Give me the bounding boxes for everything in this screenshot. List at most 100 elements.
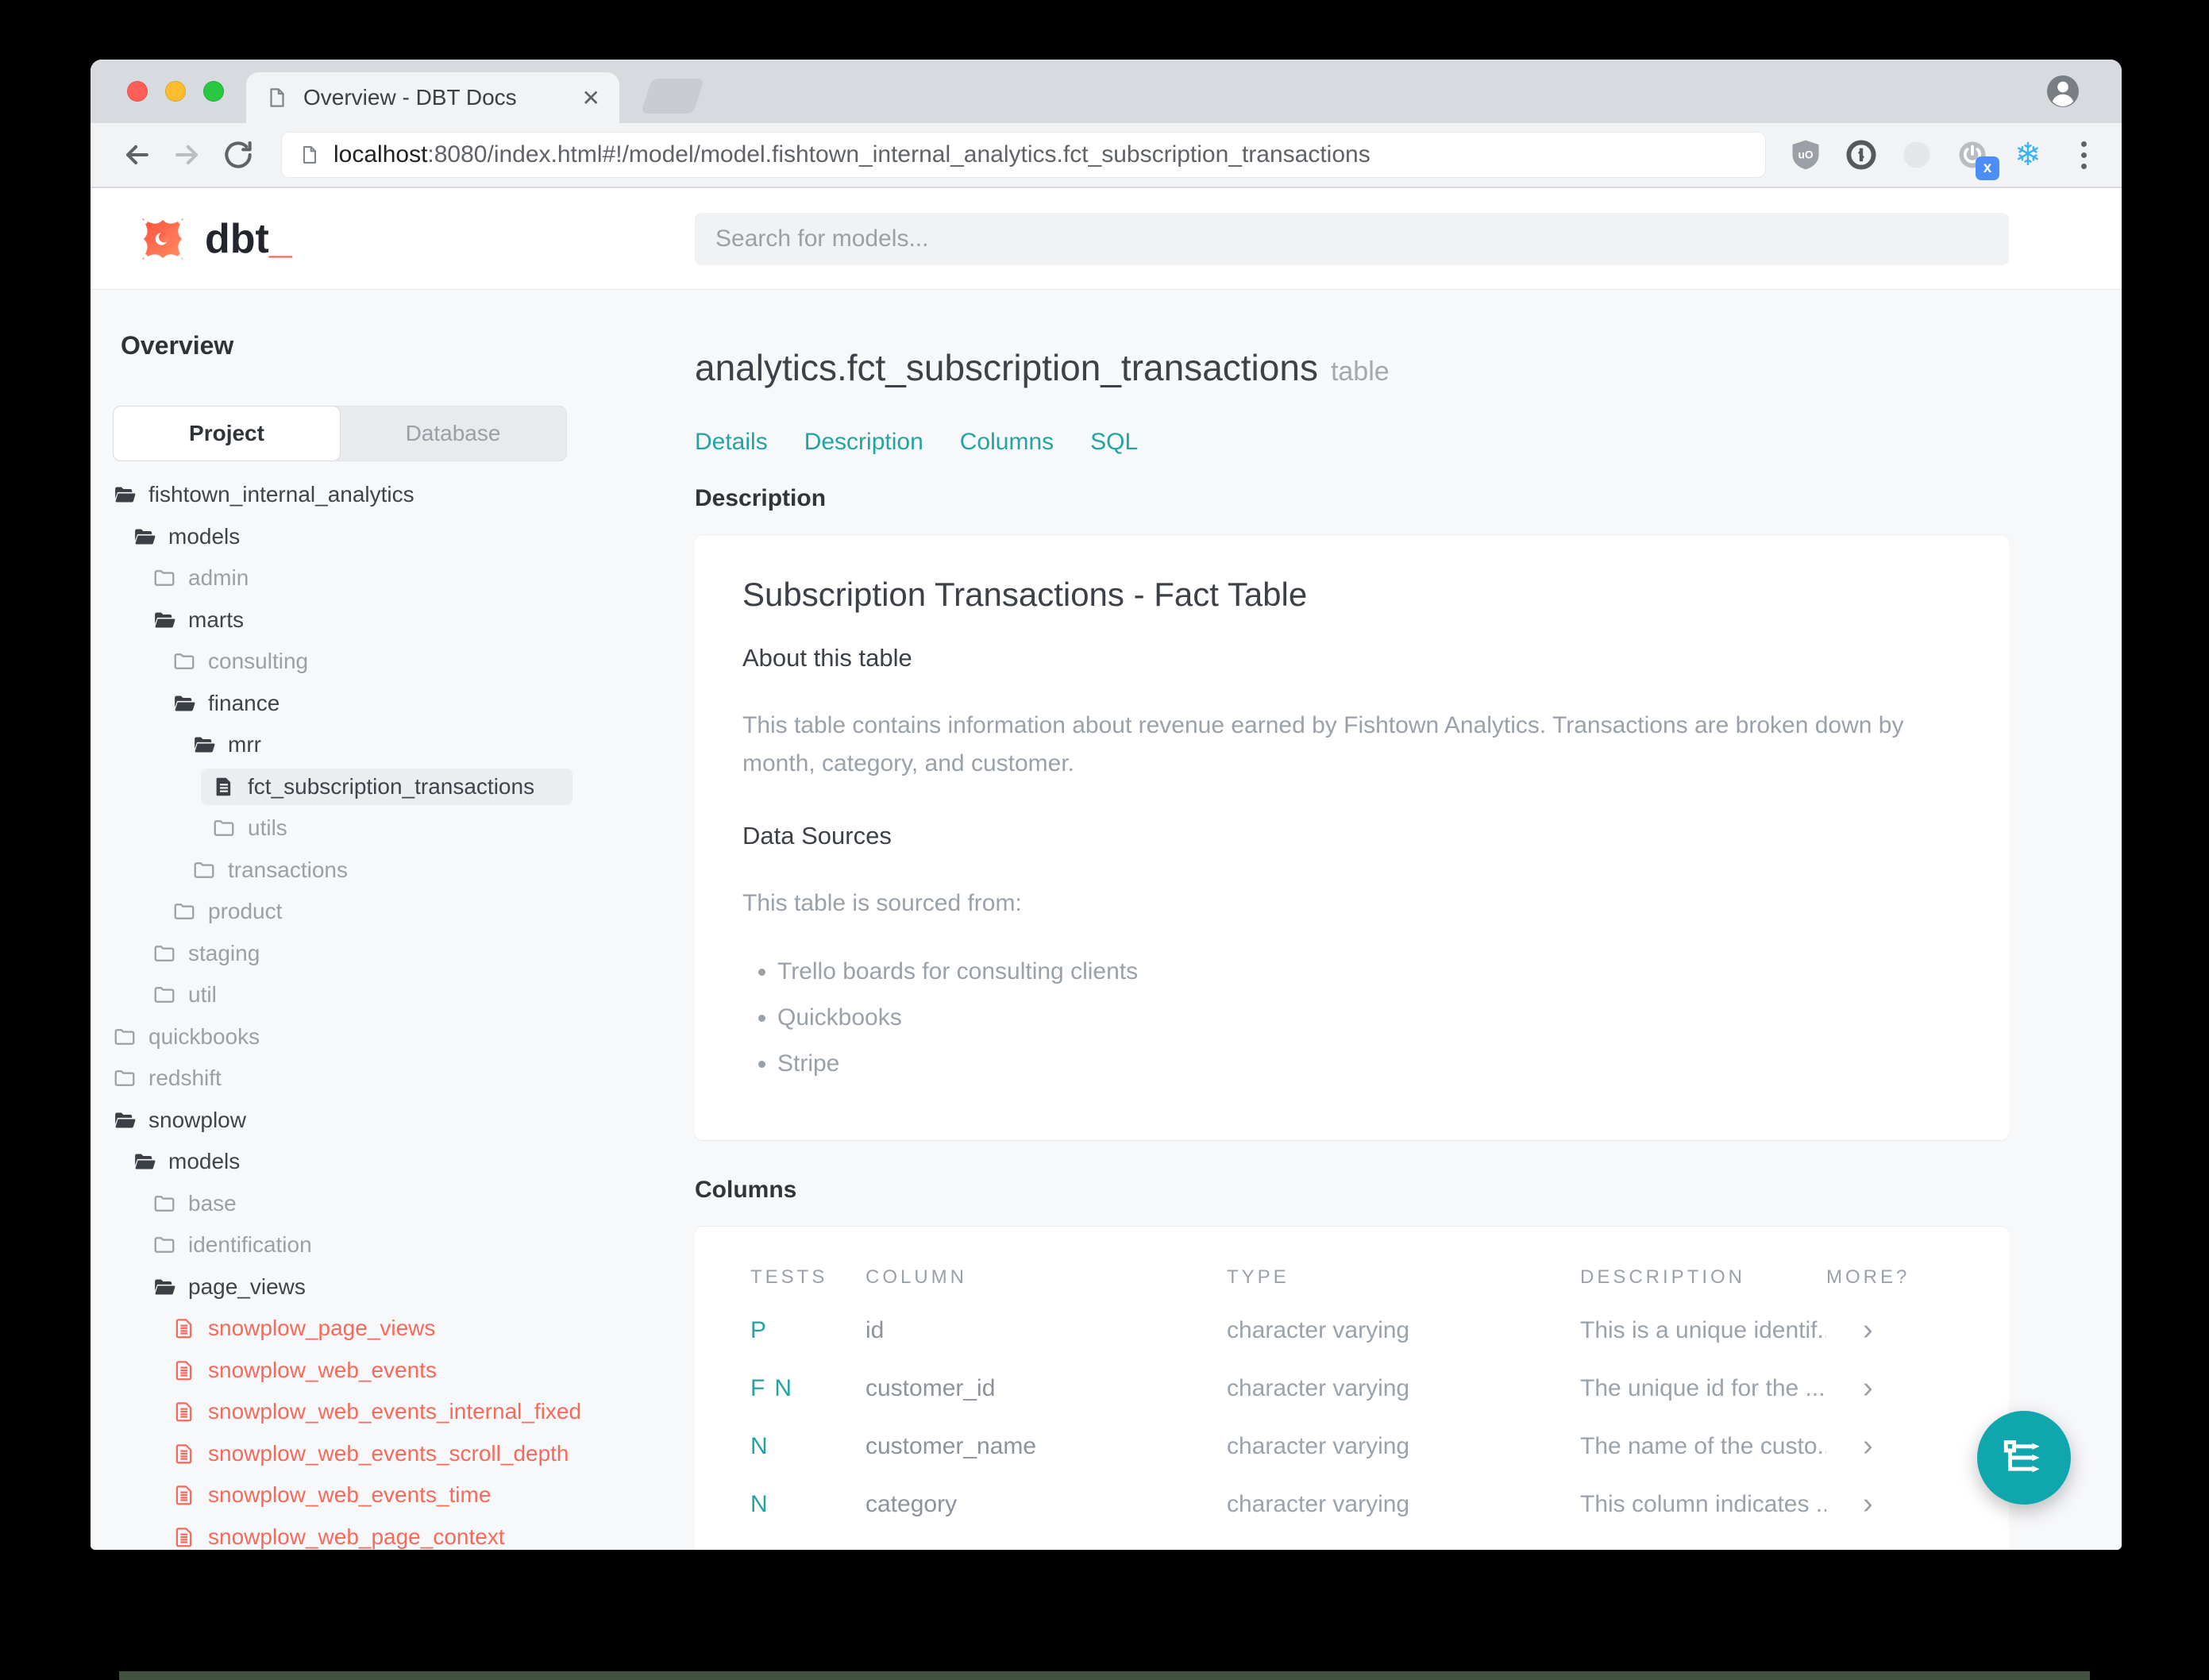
tree-item-page_views[interactable]: page_views	[102, 1266, 695, 1308]
nav-link-description[interactable]: Description	[804, 429, 923, 456]
tree-item-utils[interactable]: utils	[102, 807, 695, 850]
sidebar-overview-heading[interactable]: Overview	[121, 331, 695, 360]
table-row-id[interactable]: Pid character varying This is a unique ide…	[750, 1301, 1953, 1359]
sidebar: Overview Project Database fishtown_inter…	[91, 290, 695, 1550]
browser-tab[interactable]: Overview - DBT Docs ✕	[246, 72, 619, 123]
minimize-window-button[interactable]	[165, 81, 186, 102]
browser-window: Overview - DBT Docs ✕ localhost:8080/ind…	[91, 60, 2122, 1550]
tree-item-quickbooks[interactable]: quickbooks	[102, 1016, 695, 1058]
table-row-category[interactable]: Ncategory character varying This column in…	[750, 1475, 1953, 1533]
sidebar-view-toggle: Project Database	[113, 406, 567, 461]
tree-item-util[interactable]: util	[102, 974, 695, 1016]
lineage-graph-button[interactable]	[1977, 1411, 2071, 1505]
tab-close-icon[interactable]: ✕	[582, 85, 600, 111]
card-title: Subscription Transactions - Fact Table	[742, 576, 1308, 613]
expand-row-chevron-icon[interactable]: ›	[1826, 1313, 1953, 1347]
folder-icon	[174, 653, 195, 670]
tree-item-marts[interactable]: marts	[102, 599, 695, 642]
tree-item-product[interactable]: product	[102, 891, 695, 933]
tree-item-label: finance	[208, 690, 280, 715]
data-sources-heading: Data Sources	[742, 822, 892, 850]
address-bar[interactable]: localhost:8080/index.html#!/model/model.…	[281, 132, 1766, 178]
table-row-customer_id[interactable]: F N customer_id character varying The unique…	[750, 1359, 1953, 1417]
tree-item-finance[interactable]: finance	[102, 683, 695, 725]
ublock-shield-icon[interactable]: uO	[1788, 137, 1823, 172]
nav-link-columns[interactable]: Columns	[960, 429, 1054, 456]
snowflake-extension-icon[interactable]: ❄	[2010, 137, 2045, 172]
column-name-cell: category	[865, 1490, 958, 1517]
onepassword-icon[interactable]	[1844, 137, 1879, 172]
model-file-red-icon	[175, 1319, 192, 1339]
tests-cell: N	[750, 1490, 768, 1517]
url-host: localhost	[333, 141, 428, 168]
expand-row-chevron-icon[interactable]: ›	[1826, 1371, 1953, 1405]
tree-item-redshift[interactable]: redshift	[102, 1058, 695, 1100]
dbt-logo-text: dbt_	[205, 215, 292, 262]
tree-item-identification[interactable]: identification	[102, 1224, 695, 1266]
tree-item-transactions[interactable]: transactions	[102, 850, 695, 892]
reload-icon[interactable]	[221, 137, 256, 172]
svg-text:uO: uO	[1798, 149, 1813, 161]
model-file-red-icon	[175, 1485, 192, 1505]
nav-link-sql[interactable]: SQL	[1090, 429, 1138, 456]
tree-item-models[interactable]: models	[102, 516, 695, 558]
tests-cell: FN	[750, 1374, 792, 1401]
tree-item-label: models	[168, 523, 241, 549]
columns-table-header: TESTS COLUMN TYPE DESCRIPTION MORE?	[750, 1266, 1953, 1289]
forward-icon[interactable]	[170, 137, 205, 172]
columns-table-body: Pid character varying This is a unique ide…	[750, 1301, 1953, 1550]
tab-database[interactable]: Database	[340, 407, 566, 460]
browser-tab-strip: Overview - DBT Docs ✕	[91, 60, 2122, 123]
folder-icon	[154, 570, 175, 587]
column-name-cell: customer_id	[865, 1374, 996, 1401]
tree-item-label: product	[208, 899, 283, 924]
lineage-graph-icon	[2003, 1440, 2040, 1473]
tree-item-staging[interactable]: staging	[102, 933, 695, 975]
tree-item-snowplow_web_events_time[interactable]: snowplow_web_events_time	[102, 1474, 695, 1516]
tree-item-snowplow_web_events_internal_fixed[interactable]: snowplow_web_events_internal_fixed	[102, 1391, 695, 1433]
tree-item-fishtown_internal_analytics[interactable]: fishtown_internal_analytics	[102, 474, 695, 516]
tree-item-mrr[interactable]: mrr	[102, 724, 695, 766]
folder-icon	[214, 820, 234, 837]
tree-item-snowplow_web_events_scroll_depth[interactable]: snowplow_web_events_scroll_depth	[102, 1433, 695, 1475]
table-badge: table	[1330, 356, 1390, 387]
new-tab-button[interactable]	[640, 79, 705, 114]
type-cell: character varying	[1227, 1316, 1410, 1343]
gray-circle-extension-icon[interactable]	[1899, 137, 1934, 172]
folder-open-icon	[195, 737, 215, 753]
tab-project[interactable]: Project	[114, 407, 340, 460]
sources-list: Trello boards for consulting clients Quic…	[742, 954, 1961, 1081]
tree-item-fct_subscription_transactions[interactable]: fct_subscription_transactions	[102, 766, 695, 808]
expand-row-chevron-icon[interactable]: ›	[1826, 1487, 1953, 1521]
tree-item-admin[interactable]: admin	[102, 557, 695, 599]
tree-item-base[interactable]: base	[102, 1183, 695, 1225]
tree-item-consulting[interactable]: consulting	[102, 641, 695, 683]
expand-row-chevron-icon[interactable]: ›	[1826, 1429, 1953, 1463]
tree-item-snowplow_page_views[interactable]: snowplow_page_views	[102, 1308, 695, 1350]
tree-item-snowplow[interactable]: snowplow	[102, 1100, 695, 1142]
url-page-icon	[303, 146, 317, 164]
description-cell: The unique id for the ...	[1580, 1374, 1825, 1401]
browser-menu-icon[interactable]	[2066, 141, 2101, 169]
close-window-button[interactable]	[127, 81, 148, 102]
power-extension-icon[interactable]: x	[1955, 137, 1999, 180]
tab-title: Overview - DBT Docs	[303, 85, 517, 110]
folder-icon	[174, 904, 195, 920]
tree-item-snowplow_web_page_context[interactable]: snowplow_web_page_context	[102, 1516, 695, 1551]
back-icon[interactable]	[119, 137, 154, 172]
expand-row-chevron-icon[interactable]: ›	[1826, 1545, 1953, 1550]
column-header-type: TYPE	[1227, 1266, 1290, 1288]
nav-link-details[interactable]: Details	[695, 429, 768, 456]
browser-profile-avatar-icon[interactable]	[2044, 72, 2082, 110]
table-row-date_month[interactable]: Ndate_monthdateThis column indicates ...…	[750, 1533, 1953, 1550]
dbt-logo[interactable]: dbt_	[135, 211, 292, 267]
tree-item-label: util	[188, 982, 217, 1008]
tree-item-label: consulting	[208, 649, 309, 674]
tree-item-label: models	[168, 1149, 241, 1174]
search-input[interactable]	[695, 213, 2009, 265]
table-row-customer_name[interactable]: Ncustomer_name character varying The name …	[750, 1417, 1953, 1475]
tree-item-models[interactable]: models	[102, 1141, 695, 1183]
tree-item-snowplow_web_events[interactable]: snowplow_web_events	[102, 1350, 695, 1392]
tree-item-label: snowplow_web_page_context	[208, 1524, 505, 1549]
zoom-window-button[interactable]	[203, 81, 224, 102]
